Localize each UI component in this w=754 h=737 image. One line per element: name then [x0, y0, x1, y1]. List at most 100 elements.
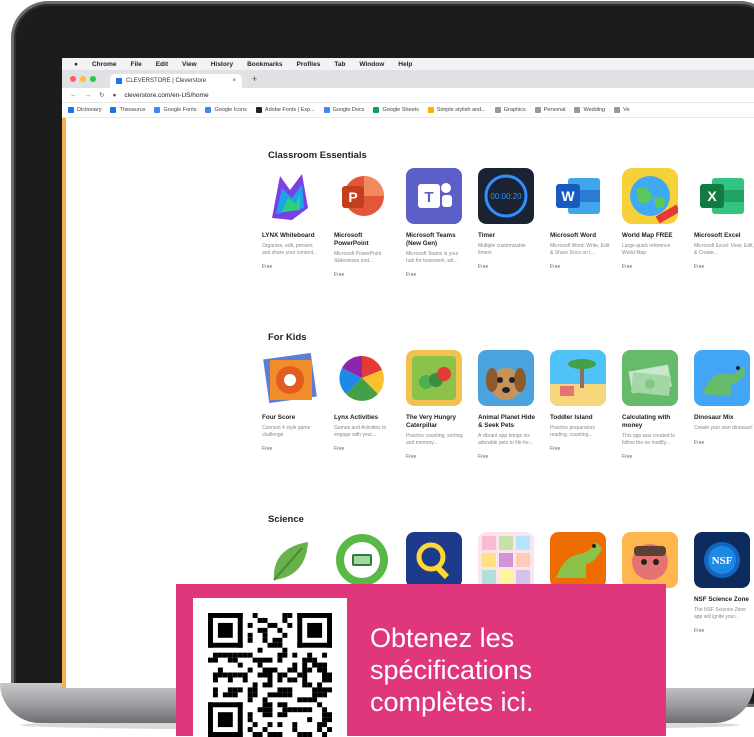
app-card[interactable]: Calculating with money This app was creat… [622, 350, 682, 460]
app-card[interactable]: NSF NSF Science Zone The NSF Science Zone … [694, 532, 754, 634]
tab-close-icon[interactable]: × [232, 78, 236, 84]
app-card[interactable]: P Microsoft PowerPoint Microsoft PowerPoin… [334, 168, 394, 278]
address-bar: ← → ↻ ● cleverstore.com/en-US/home [62, 88, 754, 103]
bookmark-folder-icon [534, 107, 541, 113]
app-card[interactable]: Lynx Activities Games and Activities to e… [334, 350, 394, 460]
app-name: Microsoft Excel [694, 232, 741, 239]
forward-arrow-icon[interactable]: → [85, 92, 92, 99]
bookmark-item[interactable]: Wedding [574, 107, 605, 113]
bookmark-item[interactable]: Dictionary [68, 107, 101, 113]
cta-text[interactable]: Obtenez les spécifications complètes ici… [370, 622, 534, 718]
bookmark-folder-icon [323, 107, 330, 113]
bookmark-item[interactable]: Ve [614, 107, 630, 113]
excel-icon[interactable]: X [694, 168, 750, 224]
app-card[interactable]: 00:00:20 Timer Multiple customizable timer… [478, 168, 538, 278]
window-minimize-button[interactable] [80, 76, 86, 82]
menu-chrome[interactable]: Chrome [92, 61, 117, 68]
app-price: Free [550, 264, 561, 270]
browser-tab[interactable]: CLEVERSTORE | Cleverstore × [110, 74, 242, 88]
bookmark-item[interactable]: Graphics [494, 107, 526, 113]
app-card[interactable]: Animal Planet Hide & Seek Pets A vibrant … [478, 350, 538, 460]
four-score-icon[interactable] [262, 350, 318, 406]
bookmark-item[interactable]: Google Sheets [373, 107, 419, 113]
app-price: Free [262, 264, 273, 270]
app-name: Timer [478, 232, 496, 239]
bookmark-item[interactable]: Simple stylish and... [427, 107, 486, 113]
island-icon[interactable] [550, 350, 606, 406]
app-card[interactable]: Toddler Island Practice preparatory readi… [550, 350, 610, 460]
menu-tab[interactable]: Tab [334, 61, 345, 68]
url-field[interactable]: cleverstore.com/en-US/home [124, 92, 208, 99]
app-card[interactable]: X Microsoft Excel Microsoft Excel: View, E… [694, 168, 754, 278]
microscope-icon[interactable] [334, 532, 390, 588]
word-icon[interactable]: W [550, 168, 606, 224]
magnifier-icon[interactable] [406, 532, 462, 588]
app-card[interactable]: Dinosaur Mix Create your own dinosaur! Fre… [694, 350, 754, 460]
app-description: Connect 4 style game challenge [262, 425, 311, 438]
face-icon[interactable] [622, 532, 678, 588]
teams-icon[interactable]: T [406, 168, 462, 224]
nsf-icon[interactable]: NSF [694, 532, 750, 588]
pie-wheel-icon[interactable] [334, 350, 390, 406]
bookmark-label: Simple stylish and... [436, 107, 486, 113]
qr-code[interactable] [193, 598, 347, 737]
lynx-wolf-icon[interactable] [262, 168, 318, 224]
cta-banner[interactable]: Obtenez les spécifications complètes ici… [176, 584, 666, 737]
bookmark-item[interactable]: Personal [534, 107, 566, 113]
app-name: World Map FREE [622, 232, 673, 239]
bookmark-item[interactable]: Google Icons [205, 107, 247, 113]
apple-icon[interactable]: ● [74, 61, 78, 68]
puppy-icon[interactable] [478, 350, 534, 406]
back-arrow-icon[interactable]: ← [70, 92, 77, 99]
menu-bookmarks[interactable]: Bookmarks [247, 61, 282, 68]
bookmark-item[interactable]: Google Fonts [154, 107, 196, 113]
bookmark-folder-icon [68, 107, 74, 113]
menu-help[interactable]: Help [398, 61, 412, 68]
cta-line-1: Obtenez les [370, 623, 515, 653]
window-close-button[interactable] [70, 76, 76, 82]
svg-text:NSF: NSF [712, 555, 733, 567]
menu-file[interactable]: File [131, 61, 142, 68]
reload-icon[interactable]: ↻ [99, 91, 104, 99]
new-tab-button[interactable]: + [252, 74, 257, 84]
app-price: Free [550, 446, 561, 452]
dinosaur-icon[interactable] [694, 350, 750, 406]
window-zoom-button[interactable] [90, 76, 96, 82]
app-description: This app was created to follow the ne mo… [622, 433, 676, 446]
menu-history[interactable]: History [211, 61, 233, 68]
app-card[interactable]: T Microsoft Teams (New Gen) Microsoft Team… [406, 168, 466, 278]
menu-window[interactable]: Window [359, 61, 384, 68]
bookmark-item[interactable]: Adobe Fonts | Exp... [255, 107, 315, 113]
app-card[interactable]: The Very Hungry Caterpillar Practice coun… [406, 350, 466, 460]
globe-icon[interactable] [622, 168, 678, 224]
periodic-table-icon[interactable] [478, 532, 534, 588]
menu-profiles[interactable]: Profiles [297, 61, 321, 68]
bookmark-label: Personal [543, 107, 566, 113]
laptop-mockup: ● Chrome File Edit View History Bookmark… [0, 0, 754, 737]
bookmark-item[interactable]: Google Docs [323, 107, 364, 113]
bookmark-label: Google Sheets [382, 107, 419, 113]
menu-edit[interactable]: Edit [156, 61, 168, 68]
money-icon[interactable] [622, 350, 678, 406]
app-description: Microsoft Word: Write, Edit & Share Docs… [550, 243, 610, 256]
app-price: Free [334, 272, 345, 278]
powerpoint-icon[interactable]: P [334, 168, 390, 224]
dino-science-icon[interactable] [550, 532, 606, 588]
side-accent-strip [62, 118, 66, 688]
app-name: Animal Planet Hide & Seek Pets [478, 414, 536, 429]
menu-view[interactable]: View [182, 61, 197, 68]
caterpillar-icon[interactable] [406, 350, 462, 406]
app-card[interactable]: LYNX Whiteboard Organise, edit, present a… [262, 168, 322, 278]
app-card[interactable]: Four Score Connect 4 style game challenge… [262, 350, 322, 460]
cleverstore-favicon-icon [116, 78, 122, 84]
app-card[interactable]: W Microsoft Word Microsoft Word: Write, Ed… [550, 168, 610, 278]
bookmark-label: Ve [623, 107, 630, 113]
bookmark-label: Google Icons [214, 107, 247, 113]
app-card[interactable]: World Map FREE Large quick reference Worl… [622, 168, 682, 278]
app-row-classroom: LYNX Whiteboard Organise, edit, present a… [262, 168, 754, 278]
bookmark-item[interactable]: Thesaurus [110, 107, 145, 113]
leaf-icon[interactable] [262, 532, 318, 588]
bookmark-folder-icon [154, 107, 161, 113]
bookmark-label: Thesaurus [119, 107, 146, 113]
timer-icon[interactable]: 00:00:20 [478, 168, 534, 224]
